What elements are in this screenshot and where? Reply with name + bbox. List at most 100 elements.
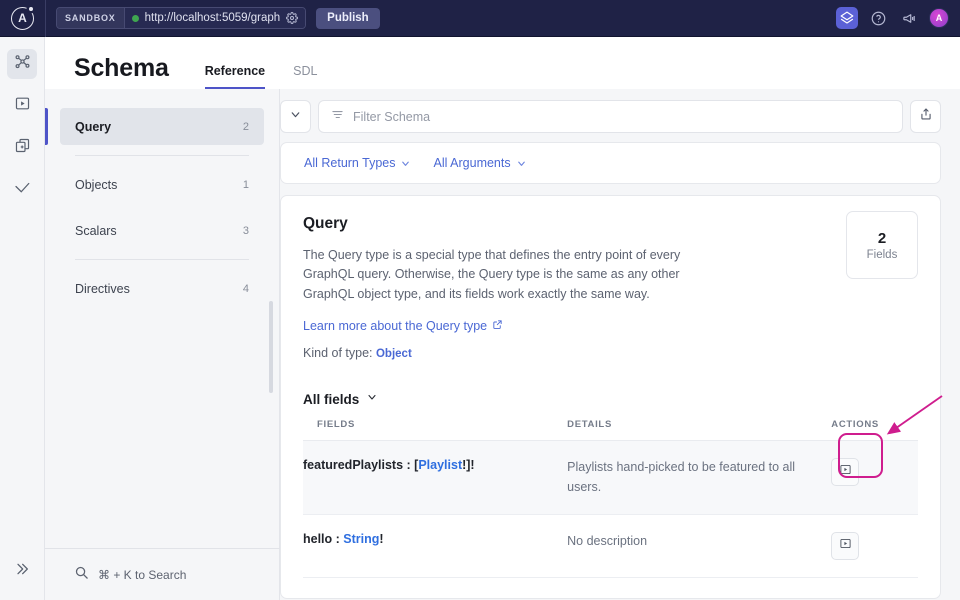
endpoint-url-field[interactable]: http://localhost:5059/graph — [125, 8, 306, 28]
schema-graph-icon — [14, 53, 31, 75]
checkmark-icon — [13, 179, 31, 202]
sidebar-item-label: Directives — [75, 282, 130, 296]
field-separator: : — [403, 458, 414, 472]
field-signature-cell: featuredPlaylists : [Playlist!]! — [303, 441, 567, 515]
sidebar-item-objects[interactable]: Objects 1 — [60, 166, 264, 203]
main-content: All Return Types All Arguments Query The… — [280, 89, 960, 600]
external-link-icon — [492, 319, 503, 333]
fields-count-number: 2 — [878, 230, 886, 247]
all-return-types-dropdown[interactable]: All Return Types — [304, 156, 411, 170]
table-row[interactable]: featuredPlaylists : [Playlist!]! Playlis… — [303, 441, 918, 515]
field-description-cell: No description — [567, 514, 831, 577]
search-input[interactable] — [353, 110, 890, 124]
rail-checks-button[interactable] — [7, 175, 37, 205]
kind-of-type-row: Kind of type: Object — [303, 346, 918, 360]
search-trigger[interactable]: ⌘ + K to Search — [74, 565, 186, 585]
filter-dropdown-bar: All Return Types All Arguments — [280, 142, 941, 184]
search-icon — [74, 565, 89, 585]
learn-more-link[interactable]: Learn more about the Query type — [303, 319, 503, 333]
sidebar-item-query[interactable]: Query 2 — [60, 108, 264, 145]
apollo-logo-circle: A — [11, 7, 34, 30]
endpoint-group: SANDBOX http://localhost:5059/graph — [56, 7, 306, 29]
tab-sdl[interactable]: SDL — [293, 64, 317, 89]
run-in-explorer-button[interactable] — [831, 458, 859, 486]
all-fields-toggle[interactable]: All fields — [303, 390, 918, 408]
sidebar-item-label: Objects — [75, 178, 117, 192]
apollo-logo[interactable]: A — [0, 7, 45, 30]
learn-more-label: Learn more about the Query type — [303, 319, 487, 333]
rail-schema-graph-button[interactable] — [7, 49, 37, 79]
rail-explorer-button[interactable] — [7, 91, 37, 121]
layers-icon[interactable] — [836, 7, 858, 29]
apollo-logo-dot — [28, 7, 33, 12]
field-description-cell: Playlists hand-picked to be featured to … — [567, 441, 831, 515]
export-button[interactable] — [910, 100, 941, 133]
filter-row — [280, 100, 941, 133]
collapse-toggle-button[interactable] — [280, 100, 311, 133]
schema-nav-list: Query 2 Objects 1 Scalars 3 Directives 4 — [45, 89, 279, 307]
operations-docs-icon — [14, 137, 31, 159]
column-header-actions: ACTIONS — [831, 419, 918, 441]
field-actions-cell — [831, 514, 918, 577]
nav-footer: ⌘ + K to Search — [45, 548, 280, 600]
sidebar-item-count: 2 — [243, 121, 249, 133]
kind-of-type-value[interactable]: Object — [376, 348, 412, 360]
explorer-play-icon — [14, 95, 31, 117]
column-header-fields: FIELDS — [303, 419, 567, 441]
kind-of-type-label: Kind of type: — [303, 346, 373, 360]
chevron-down-icon — [516, 158, 527, 169]
schema-header: Schema Reference SDL — [45, 37, 960, 89]
run-in-explorer-icon — [839, 463, 852, 481]
nav-divider — [75, 155, 249, 156]
nav-spacer — [45, 203, 279, 212]
field-type-link[interactable]: String — [343, 532, 379, 546]
apollo-logo-letter: A — [18, 11, 27, 25]
schema-nav-panel: Query 2 Objects 1 Scalars 3 Directives 4 — [45, 89, 280, 600]
topbar-divider — [45, 0, 46, 37]
sidebar-item-count: 4 — [243, 283, 249, 295]
tab-reference[interactable]: Reference — [205, 64, 265, 89]
connection-status-dot — [132, 15, 139, 22]
schema-tabs: Reference SDL — [205, 64, 318, 89]
rail-expand-button[interactable] — [7, 556, 37, 586]
avatar[interactable]: A — [929, 8, 949, 28]
table-row[interactable]: hello : String! No description — [303, 514, 918, 577]
rail-operations-button[interactable] — [7, 133, 37, 163]
chevron-down-icon — [366, 390, 378, 408]
run-in-explorer-button[interactable] — [831, 532, 859, 560]
nav-divider — [75, 259, 249, 260]
type-description: The Query type is a special type that de… — [303, 246, 723, 304]
filter-icon — [331, 108, 344, 126]
fields-count-label: Fields — [867, 249, 898, 261]
gear-icon[interactable] — [286, 12, 298, 24]
help-circle-icon[interactable] — [867, 7, 889, 29]
top-bar: A SANDBOX http://localhost:5059/graph Pu… — [0, 0, 960, 37]
filter-schema-field[interactable] — [318, 100, 903, 133]
type-name-heading: Query — [303, 215, 918, 233]
megaphone-icon[interactable] — [898, 7, 920, 29]
field-type-link[interactable]: Playlist — [418, 458, 462, 472]
chevron-double-right-icon — [14, 561, 30, 582]
all-fields-label: All fields — [303, 392, 359, 407]
fields-table: FIELDS DETAILS ACTIONS featuredPlaylists… — [303, 419, 918, 578]
chevron-down-icon — [289, 108, 302, 126]
sidebar-item-label: Scalars — [75, 224, 117, 238]
all-arguments-dropdown[interactable]: All Arguments — [433, 156, 526, 170]
publish-button[interactable]: Publish — [316, 8, 380, 29]
dropdown-label: All Arguments — [433, 156, 510, 170]
icon-rail — [0, 37, 45, 600]
column-header-details: DETAILS — [567, 419, 831, 441]
sidebar-item-label: Query — [75, 120, 111, 134]
topbar-actions: A — [836, 7, 960, 29]
field-signature-cell: hello : String! — [303, 514, 567, 577]
sidebar-item-directives[interactable]: Directives 4 — [60, 270, 264, 307]
sidebar-item-scalars[interactable]: Scalars 3 — [60, 212, 264, 249]
fields-table-head: FIELDS DETAILS ACTIONS — [303, 419, 918, 441]
field-type-suffix: !]! — [462, 458, 475, 472]
nav-scrollbar[interactable] — [269, 301, 273, 393]
dropdown-label: All Return Types — [304, 156, 395, 170]
run-in-explorer-icon — [839, 537, 852, 555]
fields-count-badge: 2 Fields — [846, 211, 918, 279]
field-actions-cell — [831, 441, 918, 515]
type-detail-card: Query The Query type is a special type t… — [280, 195, 941, 599]
